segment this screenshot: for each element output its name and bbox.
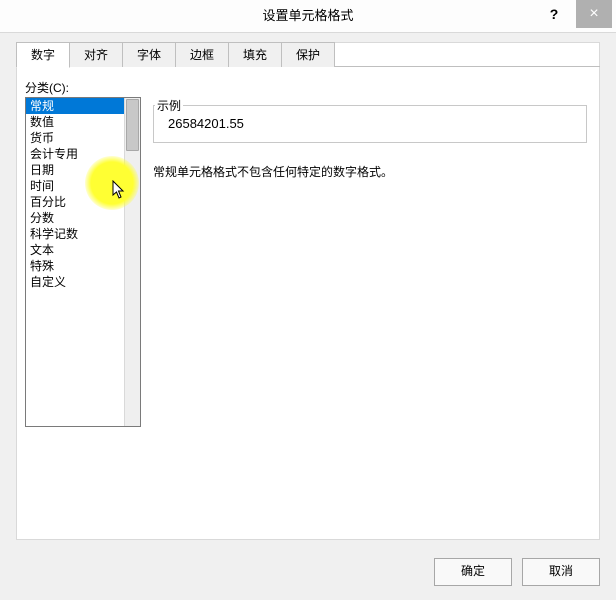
tab-number[interactable]: 数字 <box>16 42 70 68</box>
category-description: 常规单元格格式不包含任何特定的数字格式。 <box>153 163 587 180</box>
category-item-text[interactable]: 文本 <box>26 242 140 258</box>
category-item-scientific[interactable]: 科学记数 <box>26 226 140 242</box>
tab-alignment[interactable]: 对齐 <box>69 42 123 67</box>
dialog-buttons: 确定 取消 <box>434 558 600 586</box>
cancel-button[interactable]: 取消 <box>522 558 600 586</box>
ok-button[interactable]: 确定 <box>434 558 512 586</box>
category-items: 常规 数值 货币 会计专用 日期 时间 百分比 分数 科学记数 文本 特殊 自定… <box>26 98 140 290</box>
category-item-percentage[interactable]: 百分比 <box>26 194 140 210</box>
title-bar: 设置单元格格式 ? × <box>0 0 616 33</box>
sample-value: 26584201.55 <box>168 116 244 131</box>
tab-fill[interactable]: 填充 <box>228 42 282 67</box>
tab-content-number: 分类(C): 常规 数值 货币 会计专用 日期 时间 百分比 分数 科学记数 文… <box>17 67 599 539</box>
category-item-custom[interactable]: 自定义 <box>26 274 140 290</box>
category-item-number[interactable]: 数值 <box>26 114 140 130</box>
dialog-body: 分类(C): 常规 数值 货币 会计专用 日期 时间 百分比 分数 科学记数 文… <box>16 42 600 540</box>
close-button[interactable]: × <box>576 0 612 28</box>
help-button[interactable]: ? <box>536 0 572 28</box>
category-listbox[interactable]: 常规 数值 货币 会计专用 日期 时间 百分比 分数 科学记数 文本 特殊 自定… <box>25 97 141 427</box>
category-item-accounting[interactable]: 会计专用 <box>26 146 140 162</box>
tab-strip: 数字 对齐 字体 边框 填充 保护 <box>16 42 334 66</box>
category-item-special[interactable]: 特殊 <box>26 258 140 274</box>
format-cells-dialog: 设置单元格格式 ? × 数字 对齐 字体 边框 填充 保护 分类(C): 常规 … <box>0 0 616 600</box>
category-item-currency[interactable]: 货币 <box>26 130 140 146</box>
category-item-date[interactable]: 日期 <box>26 162 140 178</box>
scrollbar-thumb[interactable] <box>126 99 139 151</box>
dialog-title: 设置单元格格式 <box>262 0 353 32</box>
category-label: 分类(C): <box>25 79 69 96</box>
category-item-fraction[interactable]: 分数 <box>26 210 140 226</box>
category-scrollbar[interactable] <box>124 98 140 426</box>
sample-label: 示例 <box>155 97 183 114</box>
tab-border[interactable]: 边框 <box>175 42 229 67</box>
category-item-time[interactable]: 时间 <box>26 178 140 194</box>
tab-protection[interactable]: 保护 <box>281 42 335 67</box>
sample-box: 26584201.55 <box>153 105 587 143</box>
category-item-general[interactable]: 常规 <box>26 98 140 114</box>
tab-font[interactable]: 字体 <box>122 42 176 67</box>
